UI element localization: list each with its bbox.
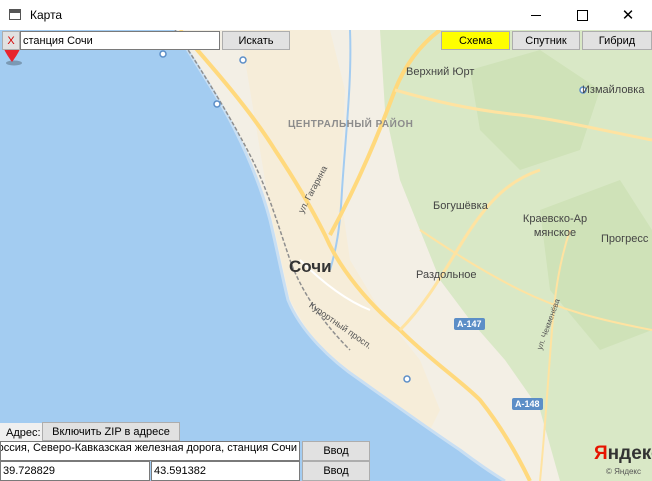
map-label-place: Измайловка bbox=[582, 84, 645, 96]
map-type-hybrid-button[interactable]: Гибрид bbox=[582, 31, 652, 50]
address-enter-button[interactable]: Ввод bbox=[302, 441, 370, 461]
map-label-place-text: Краевско-Армянское bbox=[522, 213, 588, 239]
app-icon bbox=[9, 9, 21, 20]
map-label-place: Богушёвка bbox=[433, 200, 488, 212]
address-label: Адрес: bbox=[6, 427, 41, 439]
coordinates-enter-button[interactable]: Ввод bbox=[302, 461, 370, 481]
clear-search-button[interactable]: X bbox=[2, 31, 20, 50]
longitude-field[interactable]: 43.591382 bbox=[151, 461, 300, 481]
map-type-schema-button[interactable]: Схема bbox=[441, 31, 510, 50]
close-icon: ✕ bbox=[621, 5, 635, 24]
close-button[interactable]: ✕ bbox=[605, 0, 651, 30]
address-field[interactable]: Россия, Северо-Кавказская железная дорог… bbox=[0, 441, 300, 461]
road-shield: А-148 bbox=[512, 398, 543, 410]
map-label-city: Сочи bbox=[289, 257, 332, 276]
latitude-field[interactable]: 39.728829 bbox=[0, 461, 150, 481]
map-copyright: © Яндекс bbox=[606, 467, 642, 476]
map-type-satellite-button[interactable]: Спутник bbox=[512, 31, 580, 50]
map-view[interactable]: ЦЕНТРАЛЬНЫЙ РАЙОН Сочи Верхний Юрт Измай… bbox=[0, 30, 652, 481]
map-label-place: Прогресс bbox=[601, 233, 649, 245]
search-input[interactable] bbox=[20, 31, 220, 50]
map-canvas bbox=[0, 30, 652, 481]
maximize-icon bbox=[576, 9, 588, 21]
yandex-logo: Яндекс bbox=[594, 443, 652, 464]
minimize-button[interactable] bbox=[513, 0, 559, 30]
road-shield: А-147 bbox=[454, 318, 485, 330]
minimize-icon bbox=[531, 14, 541, 16]
search-button[interactable]: Искать bbox=[222, 31, 290, 50]
title-bar: Карта ✕ bbox=[0, 0, 652, 30]
window-title: Карта bbox=[30, 8, 63, 22]
maximize-button[interactable] bbox=[559, 0, 605, 30]
include-zip-button[interactable]: Включить ZIP в адресе bbox=[42, 422, 180, 441]
map-label-district: ЦЕНТРАЛЬНЫЙ РАЙОН bbox=[288, 119, 414, 130]
map-label-place: Раздольное bbox=[416, 269, 477, 281]
address-value: Россия, Северо-Кавказская железная дорог… bbox=[0, 442, 297, 454]
map-label-place: Краевско-Армянское bbox=[520, 212, 590, 240]
map-label-place: Верхний Юрт bbox=[406, 66, 475, 78]
